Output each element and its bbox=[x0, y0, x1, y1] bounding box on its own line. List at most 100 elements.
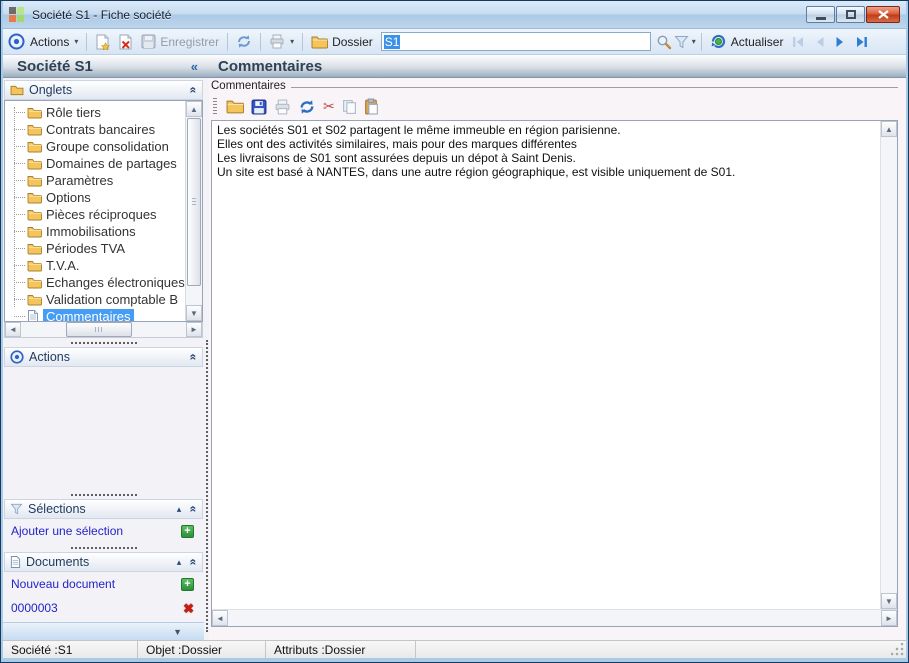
chevron-down-icon: ▾ bbox=[290, 37, 294, 46]
tree-guide-line bbox=[14, 316, 25, 317]
tree-item[interactable]: Contrats bancaires bbox=[5, 121, 185, 138]
tree-item[interactable]: Paramètres bbox=[5, 172, 185, 189]
comment-toolbar: ✂ bbox=[211, 93, 898, 120]
collapse-section-icon[interactable]: « bbox=[187, 354, 201, 361]
window-title: Société S1 - Fiche société bbox=[32, 8, 806, 22]
filter-icon[interactable] bbox=[674, 35, 689, 49]
collapse-section-icon[interactable]: « bbox=[187, 506, 201, 513]
panel-splitter[interactable] bbox=[204, 78, 209, 640]
toolbar-grip-handle[interactable] bbox=[213, 98, 217, 116]
first-record-button[interactable] bbox=[788, 34, 808, 50]
next-record-button[interactable] bbox=[831, 34, 850, 50]
scroll-left-button[interactable]: ◄ bbox=[5, 322, 21, 337]
delete-record-button[interactable] bbox=[115, 32, 136, 52]
tree-item[interactable]: Options bbox=[5, 189, 185, 206]
splitter-handle[interactable] bbox=[3, 490, 204, 499]
folder-icon bbox=[27, 158, 42, 170]
save-comment-button[interactable] bbox=[251, 99, 267, 115]
print-button[interactable]: ▾ bbox=[266, 32, 297, 51]
status-cell: Attributs :Dossier bbox=[266, 641, 416, 658]
tree-item[interactable]: Immobilisations bbox=[5, 223, 185, 240]
scroll-left-button[interactable]: ◄ bbox=[212, 610, 228, 626]
tree-item-label: Options bbox=[46, 190, 91, 205]
tree-item[interactable]: Groupe consolidation bbox=[5, 138, 185, 155]
collapse-up-icon[interactable]: ▴ bbox=[177, 504, 182, 515]
minimize-button[interactable] bbox=[806, 6, 835, 23]
dossier-button[interactable]: Dossier bbox=[308, 33, 376, 51]
documents-section-header[interactable]: Documents ▴ « bbox=[4, 552, 203, 572]
actions-section-header[interactable]: Actions « bbox=[4, 347, 203, 367]
collapse-sidebar-icon[interactable]: « bbox=[191, 59, 198, 74]
scroll-up-button[interactable]: ▲ bbox=[186, 101, 202, 117]
comment-vertical-scrollbar[interactable]: ▲ ▼ bbox=[880, 121, 897, 609]
new-record-button[interactable] bbox=[92, 32, 113, 52]
print-comment-button[interactable] bbox=[274, 99, 291, 115]
splitter-handle[interactable] bbox=[3, 338, 204, 347]
save-button[interactable]: Enregistrer bbox=[138, 32, 222, 51]
onglets-section-header[interactable]: Onglets « bbox=[4, 80, 203, 100]
chevron-down-icon[interactable]: ▾ bbox=[692, 37, 696, 46]
last-record-button[interactable] bbox=[852, 34, 872, 50]
comment-horizontal-scrollbar[interactable]: ◄ ► bbox=[212, 609, 897, 626]
search-input[interactable]: S1 bbox=[381, 32, 651, 51]
paste-button[interactable] bbox=[364, 98, 379, 115]
open-folder-button[interactable] bbox=[226, 99, 244, 114]
add-selection-button[interactable]: + bbox=[181, 525, 194, 538]
maximize-button[interactable] bbox=[836, 6, 865, 23]
tree-vertical-scrollbar[interactable]: ▲ ▼ bbox=[185, 101, 202, 321]
add-document-button[interactable]: + bbox=[181, 578, 194, 591]
scroll-thumb[interactable] bbox=[66, 322, 132, 337]
tree-item[interactable]: Rôle tiers bbox=[5, 104, 185, 121]
scroll-right-button[interactable]: ► bbox=[881, 610, 897, 626]
actions-empty-area bbox=[3, 367, 204, 490]
selections-section-header[interactable]: Sélections ▴ « bbox=[4, 499, 203, 519]
maximize-icon bbox=[846, 10, 856, 19]
actualiser-button[interactable]: Actualiser bbox=[707, 31, 787, 52]
scroll-up-button[interactable]: ▲ bbox=[881, 121, 897, 137]
folder-icon bbox=[27, 192, 42, 204]
status-cell: Objet :Dossier bbox=[138, 641, 266, 658]
scroll-down-button[interactable]: ▼ bbox=[186, 305, 202, 321]
actions-menu-button[interactable]: Actions ▾ bbox=[27, 33, 81, 51]
tree-item[interactable]: T.V.A. bbox=[5, 257, 185, 274]
document-link[interactable]: 0000003 bbox=[11, 601, 58, 615]
scroll-thumb[interactable] bbox=[187, 118, 201, 286]
scroll-right-button[interactable]: ► bbox=[186, 322, 202, 337]
tree-item[interactable]: Echanges électroniques bbox=[5, 274, 185, 291]
cut-button[interactable]: ✂ bbox=[323, 98, 335, 115]
delete-document-button[interactable]: ✖ bbox=[183, 602, 194, 615]
add-selection-link[interactable]: Ajouter une sélection bbox=[11, 524, 123, 538]
tree-item-label: Paramètres bbox=[46, 173, 113, 188]
delete-page-icon bbox=[118, 34, 133, 50]
refresh-comment-button[interactable] bbox=[298, 99, 316, 115]
sidebar-title: Société S1 bbox=[17, 58, 191, 75]
tree-guide-line bbox=[14, 146, 25, 147]
tree-horizontal-scrollbar[interactable]: ◄ ► bbox=[4, 322, 203, 338]
previous-record-button[interactable] bbox=[810, 34, 829, 50]
collapse-section-icon[interactable]: « bbox=[187, 87, 201, 94]
tree-item-label: Immobilisations bbox=[46, 224, 136, 239]
scroll-down-button[interactable]: ▼ bbox=[881, 593, 897, 609]
splitter-handle[interactable] bbox=[3, 543, 204, 552]
tree-item[interactable]: Périodes TVA bbox=[5, 240, 185, 257]
new-document-link[interactable]: Nouveau document bbox=[11, 577, 115, 591]
main-panel: Commentaires ✂ bbox=[209, 78, 906, 640]
copy-button[interactable] bbox=[342, 99, 357, 115]
tree-item[interactable]: Validation comptable B bbox=[5, 291, 185, 308]
close-button[interactable] bbox=[866, 6, 900, 23]
tree-item[interactable]: Domaines de partages bbox=[5, 155, 185, 172]
header-band: Société S1 « Commentaires bbox=[3, 55, 906, 78]
tree-item[interactable]: Pièces réciproques bbox=[5, 206, 185, 223]
search-icon[interactable] bbox=[656, 34, 672, 50]
collapse-section-icon[interactable]: « bbox=[187, 559, 201, 566]
comment-textarea[interactable]: Les sociétés S01 et S02 partagent le mêm… bbox=[212, 121, 880, 609]
refresh-icon bbox=[298, 99, 316, 115]
status-cell: Société :S1 bbox=[3, 641, 138, 658]
collapse-up-icon[interactable]: ▴ bbox=[177, 557, 182, 568]
refresh-button[interactable] bbox=[233, 32, 255, 51]
folder-icon bbox=[311, 35, 328, 49]
resize-grip[interactable] bbox=[891, 643, 905, 657]
tree-item[interactable]: Commentaires bbox=[5, 308, 185, 321]
expand-more-icon[interactable]: ▼ bbox=[173, 627, 182, 637]
toolbar-separator bbox=[701, 33, 702, 51]
